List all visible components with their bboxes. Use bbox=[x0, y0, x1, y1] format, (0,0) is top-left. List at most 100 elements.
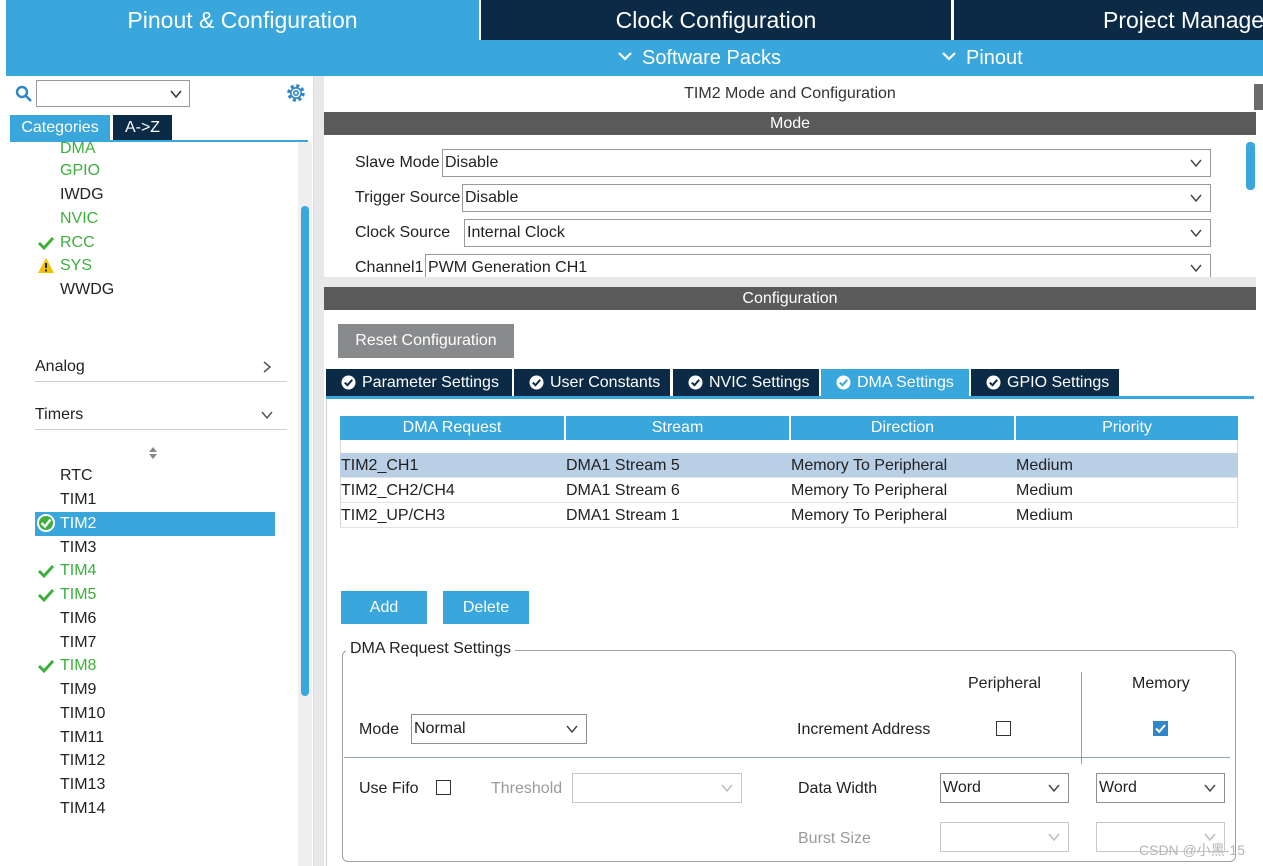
dma-mode-select[interactable]: Normal bbox=[411, 714, 587, 744]
cell-direction: Memory To Peripheral bbox=[791, 482, 948, 499]
tab-parameter-settings[interactable]: Parameter Settings bbox=[326, 369, 512, 396]
slave-mode-value: Disable bbox=[445, 154, 499, 171]
trigger-source-select[interactable]: Disable bbox=[462, 184, 1211, 212]
group-analog[interactable]: Analog bbox=[35, 356, 287, 382]
peripheral-data-width-value: Word bbox=[943, 779, 981, 796]
tab-categories[interactable]: Categories bbox=[10, 115, 110, 140]
tree-item-sys[interactable]: SYS bbox=[60, 257, 92, 275]
tab-nvic-settings[interactable]: NVIC Settings bbox=[673, 369, 819, 396]
channel1-select[interactable]: PWM Generation CH1 bbox=[425, 254, 1211, 277]
settings-divider bbox=[344, 757, 1230, 758]
chevron-right-icon bbox=[263, 361, 272, 373]
section-divider[interactable] bbox=[324, 277, 1256, 287]
use-fifo-checkbox[interactable] bbox=[436, 780, 451, 795]
tab-pinout-configuration[interactable]: Pinout & Configuration bbox=[6, 0, 479, 40]
peripheral-burst-size-select[interactable] bbox=[940, 822, 1069, 852]
tree-item-tim4[interactable]: TIM4 bbox=[60, 562, 96, 580]
chevron-down-icon bbox=[566, 725, 578, 734]
cell-stream: DMA1 Stream 1 bbox=[566, 507, 680, 524]
group-timers[interactable]: Timers bbox=[35, 404, 287, 430]
tab-clock-configuration[interactable]: Clock Configuration bbox=[481, 0, 951, 40]
slave-mode-label: Slave Mode bbox=[355, 154, 440, 171]
chevron-down-icon bbox=[1190, 194, 1202, 203]
mode-scrollbar-thumb[interactable] bbox=[1246, 142, 1255, 190]
cell-dma-request: TIM2_CH2/CH4 bbox=[341, 482, 455, 499]
threshold-select[interactable] bbox=[572, 773, 742, 803]
pinout-menu[interactable]: Pinout bbox=[942, 40, 1023, 76]
table-row[interactable]: TIM2_UP/CH3 DMA1 Stream 1 Memory To Peri… bbox=[340, 503, 1238, 528]
tree-item-tim1[interactable]: TIM1 bbox=[60, 491, 96, 509]
reset-configuration-button[interactable]: Reset Configuration bbox=[338, 324, 514, 358]
chevron-down-icon bbox=[1190, 159, 1202, 168]
check-circle-icon bbox=[836, 375, 851, 390]
clock-source-select[interactable]: Internal Clock bbox=[464, 219, 1211, 247]
column-header-dma-request[interactable]: DMA Request bbox=[340, 416, 564, 440]
tree-item-tim10[interactable]: TIM10 bbox=[60, 705, 105, 723]
tree-item-tim3[interactable]: TIM3 bbox=[60, 539, 96, 557]
increment-address-label: Increment Address bbox=[797, 721, 931, 738]
table-row[interactable]: TIM2_CH2/CH4 DMA1 Stream 6 Memory To Per… bbox=[340, 478, 1238, 503]
sub-toolbar: Software Packs Pinout bbox=[6, 40, 1263, 76]
check-circle-icon bbox=[529, 375, 544, 390]
check-icon bbox=[37, 236, 55, 251]
tree-item-tim2[interactable]: TIM2 bbox=[60, 515, 96, 533]
panel-splitter[interactable] bbox=[314, 76, 324, 866]
sort-icon[interactable] bbox=[148, 446, 158, 460]
table-row[interactable]: TIM2_CH1 DMA1 Stream 5 Memory To Periphe… bbox=[340, 453, 1238, 478]
trigger-source-label: Trigger Source bbox=[355, 189, 461, 206]
software-packs-label: Software Packs bbox=[642, 47, 781, 69]
tab-gpio-settings[interactable]: GPIO Settings bbox=[971, 369, 1119, 396]
tree-item-tim9[interactable]: TIM9 bbox=[60, 681, 96, 699]
search-input[interactable] bbox=[36, 80, 190, 107]
tab-nvic-settings-label: NVIC Settings bbox=[709, 374, 810, 391]
memory-increment-checkbox[interactable] bbox=[1153, 721, 1168, 736]
tab-a-z[interactable]: A->Z bbox=[113, 115, 172, 140]
left-scrollbar-thumb[interactable] bbox=[301, 206, 309, 696]
tree-item-tim12[interactable]: TIM12 bbox=[60, 752, 105, 770]
tab-user-constants[interactable]: User Constants bbox=[514, 369, 670, 396]
tree-item-iwdg[interactable]: IWDG bbox=[60, 186, 104, 204]
tree-item-tim14[interactable]: TIM14 bbox=[60, 800, 105, 818]
chevron-down-icon bbox=[618, 51, 632, 61]
tab-project-manager[interactable]: Project Manage bbox=[954, 0, 1263, 40]
tree-item-nvic[interactable]: NVIC bbox=[60, 210, 98, 228]
tree-item-tim7[interactable]: TIM7 bbox=[60, 634, 96, 652]
peripheral-data-width-select[interactable]: Word bbox=[940, 773, 1069, 803]
clock-source-label: Clock Source bbox=[355, 224, 451, 241]
check-circle-icon bbox=[341, 375, 356, 390]
column-header-direction[interactable]: Direction bbox=[791, 416, 1014, 440]
column-header-stream[interactable]: Stream bbox=[566, 416, 789, 440]
chevron-down-icon bbox=[1190, 264, 1202, 273]
warning-icon bbox=[38, 258, 54, 273]
software-packs-menu[interactable]: Software Packs bbox=[618, 40, 781, 76]
delete-button[interactable]: Delete bbox=[443, 591, 529, 624]
tree-item-rtc[interactable]: RTC bbox=[60, 467, 93, 485]
edge-scroll-handle[interactable] bbox=[1254, 84, 1263, 110]
chevron-down-icon bbox=[1048, 784, 1060, 793]
tab-dma-settings[interactable]: DMA Settings bbox=[821, 369, 969, 396]
tree-item-tim11[interactable]: TIM11 bbox=[60, 729, 104, 747]
tree-item-tim8[interactable]: TIM8 bbox=[60, 657, 96, 675]
add-button[interactable]: Add bbox=[341, 591, 427, 624]
tab-underline bbox=[10, 140, 308, 142]
memory-data-width-select[interactable]: Word bbox=[1096, 773, 1225, 803]
tree-item-tim13[interactable]: TIM13 bbox=[60, 776, 105, 794]
cell-dma-request: TIM2_CH1 bbox=[341, 457, 419, 474]
slave-mode-select[interactable]: Disable bbox=[442, 149, 1211, 177]
peripheral-increment-checkbox[interactable] bbox=[996, 721, 1011, 736]
cell-stream: DMA1 Stream 6 bbox=[566, 482, 680, 499]
tree-item-gpio[interactable]: GPIO bbox=[60, 162, 100, 180]
tree-item-rcc[interactable]: RCC bbox=[60, 234, 95, 252]
tree-item-tim6[interactable]: TIM6 bbox=[60, 610, 96, 628]
tree-item-dma[interactable]: DMA bbox=[60, 140, 96, 154]
tree-item-wwdg[interactable]: WWDG bbox=[60, 281, 114, 299]
search-icon[interactable] bbox=[15, 85, 33, 103]
cell-priority: Medium bbox=[1016, 457, 1073, 474]
group-timers-label: Timers bbox=[35, 406, 84, 423]
column-header-priority[interactable]: Priority bbox=[1016, 416, 1238, 440]
cell-direction: Memory To Peripheral bbox=[791, 507, 948, 524]
tree-item-tim5[interactable]: TIM5 bbox=[60, 586, 96, 604]
gear-icon[interactable] bbox=[285, 82, 307, 104]
check-circle-icon bbox=[986, 375, 1001, 390]
chevron-down-icon bbox=[1204, 784, 1216, 793]
